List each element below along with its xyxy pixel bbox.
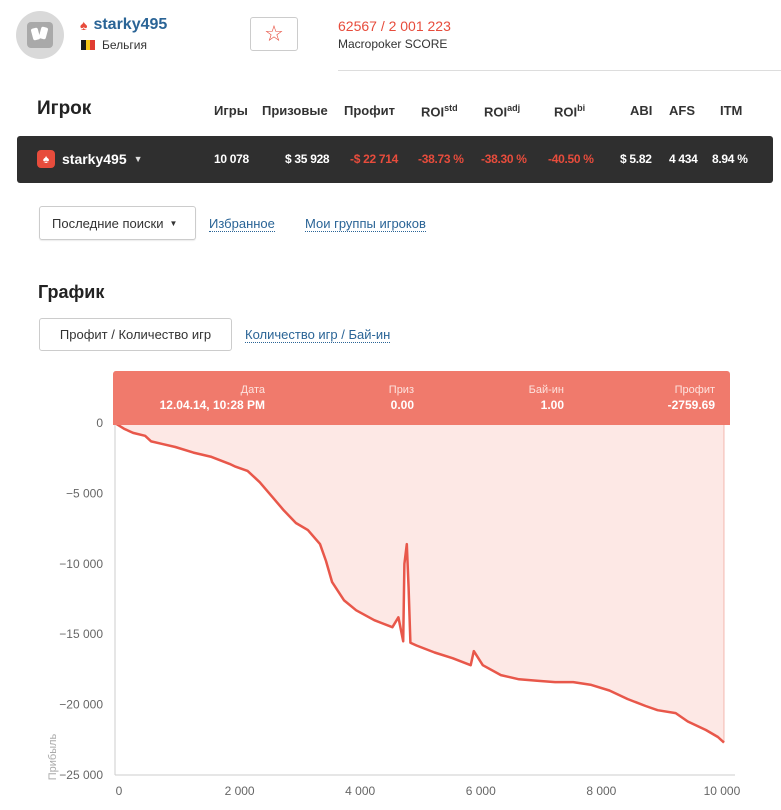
col-roi-adj[interactable]: ROIadj xyxy=(484,103,520,119)
col-itm[interactable]: ITM xyxy=(720,103,742,118)
score-label: Macropoker SCORE xyxy=(338,37,448,51)
star-outline-icon: ☆ xyxy=(264,21,284,46)
recent-searches-dropdown[interactable]: Последние поиски ▼ xyxy=(39,206,196,240)
y-tick-label: −5 000 xyxy=(66,486,103,500)
player-selector[interactable]: ♠ starky495 ▼ xyxy=(37,150,143,168)
country-name: Бельгия xyxy=(102,38,147,52)
tooltip-prize-value: 0.00 xyxy=(390,398,414,412)
tooltip-profit-value: -2759.69 xyxy=(667,398,715,412)
cell-roi-std: -38.73 % xyxy=(418,152,464,166)
caret-down-icon: ▼ xyxy=(169,218,178,228)
divider xyxy=(338,70,781,71)
tab-games-buyin-link[interactable]: Количество игр / Бай-ин xyxy=(245,327,391,343)
profit-area-fill xyxy=(115,423,724,743)
x-tick-label: 0 xyxy=(116,784,123,798)
tab-profit-games[interactable]: Профит / Количество игр xyxy=(39,318,232,351)
cell-abi: $ 5.82 xyxy=(620,152,652,166)
col-abi[interactable]: ABI xyxy=(630,103,652,118)
tooltip-date-value: 12.04.14, 10:28 PM xyxy=(159,398,265,412)
cell-afs: 4 434 xyxy=(669,152,698,166)
spade-icon: ♠ xyxy=(80,17,88,33)
caret-down-icon: ▼ xyxy=(133,154,143,164)
score-value: 62567 / 2 001 223 xyxy=(338,18,451,34)
x-tick-label: 10 000 xyxy=(704,784,741,798)
cell-roi-adj: -38.30 % xyxy=(481,152,527,166)
avatar xyxy=(16,11,64,59)
graph-title: График xyxy=(38,282,105,302)
col-games[interactable]: Игры xyxy=(214,103,248,118)
col-profit[interactable]: Профит xyxy=(344,103,395,118)
x-tick-label: 6 000 xyxy=(466,784,496,798)
cell-roi-bi: -40.50 % xyxy=(548,152,594,166)
spade-badge-icon: ♠ xyxy=(37,150,55,168)
y-tick-label: −10 000 xyxy=(59,557,103,571)
favorite-button[interactable]: ☆ xyxy=(250,17,298,51)
cell-profit: -$ 22 714 xyxy=(350,152,399,166)
col-prizes[interactable]: Призовые xyxy=(262,103,328,118)
username-link[interactable]: starky495 xyxy=(93,16,167,34)
x-tick-label: 4 000 xyxy=(345,784,375,798)
x-tick-label: 8 000 xyxy=(586,784,616,798)
tooltip-buyin-label: Бай-ин xyxy=(528,384,564,396)
tooltip-date-label: Дата xyxy=(240,384,265,396)
x-tick-label: 2 000 xyxy=(225,784,255,798)
favorites-link[interactable]: Избранное xyxy=(209,216,275,232)
username-row: ♠ starky495 xyxy=(80,16,167,34)
y-tick-label: −15 000 xyxy=(59,627,103,641)
belgium-flag-icon xyxy=(81,40,96,50)
y-axis-label: Прибыль xyxy=(47,733,59,780)
y-tick-label: 0 xyxy=(96,416,103,430)
tooltip-profit-label: Профит xyxy=(674,384,715,396)
cell-prizes: $ 35 928 xyxy=(285,152,330,166)
y-tick-label: −20 000 xyxy=(59,698,103,712)
cell-games: 10 078 xyxy=(214,152,249,166)
profit-chart[interactable]: 0 −5 000 −10 000 −15 000 −20 000 −25 000 0 2 00… xyxy=(0,360,781,810)
tooltip-buyin-value: 1.00 xyxy=(540,398,564,412)
tooltip-prize-label: Приз xyxy=(388,384,414,396)
player-groups-link[interactable]: Мои группы игроков xyxy=(305,216,426,232)
cell-itm: 8.94 % xyxy=(712,152,748,166)
col-roi-bi[interactable]: ROIbi xyxy=(554,103,585,119)
country: Бельгия xyxy=(81,38,147,52)
dropdown-label: Последние поиски xyxy=(52,215,164,231)
player-name: starky495 xyxy=(62,151,127,167)
chart-tooltip: Дата 12.04.14, 10:28 PM Приз 0.00 Бай-ин… xyxy=(113,371,730,425)
y-tick-label: −25 000 xyxy=(59,768,103,782)
col-roi-std[interactable]: ROIstd xyxy=(421,103,458,119)
col-afs[interactable]: AFS xyxy=(669,103,695,118)
players-title: Игрок xyxy=(37,98,92,119)
